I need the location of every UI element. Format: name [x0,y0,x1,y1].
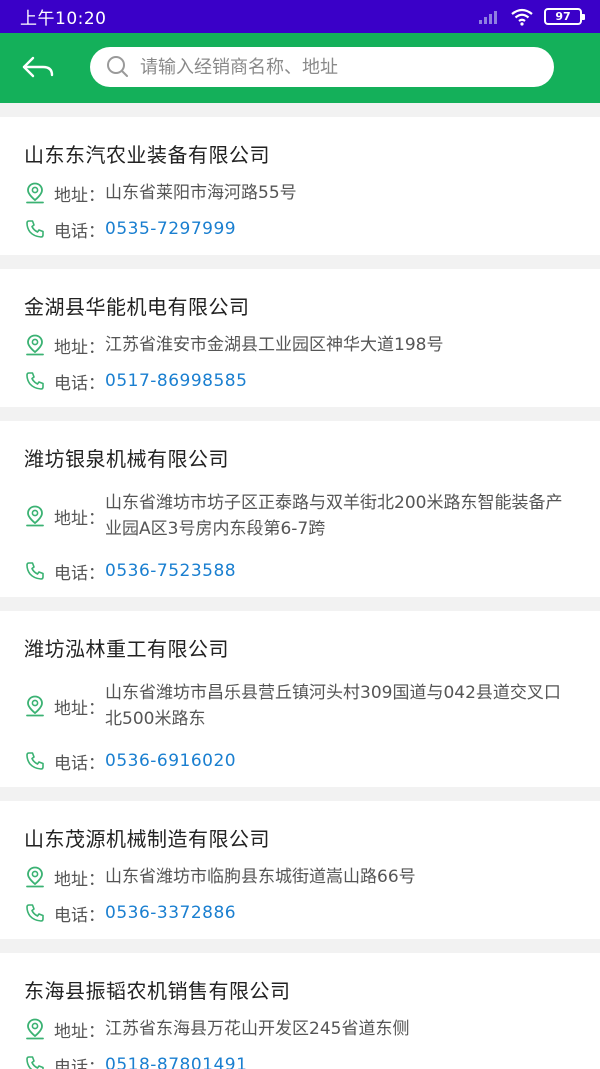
dealer-card[interactable]: 潍坊银泉机械有限公司 地址： 山东省潍坊市坊子区正泰路与双羊街北200米路东智能… [0,421,600,597]
phone-icon [24,902,46,924]
wifi-icon [511,8,533,26]
status-time: 上午10:20 [20,9,107,29]
location-pin-icon [24,182,46,204]
phone-label: 电话： [54,221,105,242]
back-arrow-icon [22,56,54,78]
address-row: 地址： 江苏省淮安市金湖县工业园区神华大道198号 [24,329,576,361]
phone-label: 电话： [54,753,105,774]
phone-row: 电话： 0536-7523588 [24,551,576,591]
phone-row: 电话： 0535-7297999 [24,209,576,249]
phone-row: 电话： 0518-87801491 [24,1045,576,1069]
address-row: 地址： 山东省潍坊市坊子区正泰路与双羊街北200米路东智能装备产业园A区3号房内… [24,481,576,551]
dealer-list: 山东东汽农业装备有限公司 地址： 山东省莱阳市海河路55号 电话： 0535-7… [0,117,600,1069]
location-pin-icon [24,334,46,356]
battery-icon: 97 [544,8,585,25]
signal-icon [479,10,497,24]
dealer-address: 山东省潍坊市坊子区正泰路与双羊街北200米路东智能装备产业园A区3号房内东段第6… [105,493,563,539]
address-label: 地址： [54,185,105,206]
phone-row: 电话： 0536-3372886 [24,893,576,933]
phone-icon [24,218,46,240]
dealer-phone[interactable]: 0536-3372886 [105,903,236,923]
back-button[interactable] [18,53,58,83]
dealer-phone[interactable]: 0536-6916020 [105,751,236,771]
search-box[interactable] [90,47,554,87]
dealer-card[interactable]: 潍坊泓林重工有限公司 地址： 山东省潍坊市昌乐县营丘镇河头村309国道与042县… [0,611,600,787]
address-row: 地址： 江苏省东海县万花山开发区245省道东侧 [24,1013,576,1045]
phone-label: 电话： [54,905,105,926]
address-row: 地址： 山东省潍坊市昌乐县营丘镇河头村309国道与042县道交叉口北500米路东 [24,671,576,741]
dealer-card[interactable]: 金湖县华能机电有限公司 地址： 江苏省淮安市金湖县工业园区神华大道198号 电话… [0,269,600,407]
dealer-name: 金湖县华能机电有限公司 [24,295,250,319]
phone-label: 电话： [54,1057,105,1069]
address-row: 地址： 山东省莱阳市海河路55号 [24,177,576,209]
dealer-phone[interactable]: 0518-87801491 [105,1055,247,1069]
address-label: 地址： [54,698,105,719]
dealer-name: 山东东汽农业装备有限公司 [24,143,270,167]
location-pin-icon [24,866,46,888]
phone-row: 电话： 0517-86998585 [24,361,576,401]
location-pin-icon [24,1018,46,1040]
dealer-card[interactable]: 东海县振韬农机销售有限公司 地址： 江苏省东海县万花山开发区245省道东侧 电话… [0,953,600,1069]
phone-row: 电话： 0536-6916020 [24,741,576,781]
dealer-name: 东海县振韬农机销售有限公司 [24,979,291,1003]
address-label: 地址： [54,869,105,890]
phone-label: 电话： [54,373,105,394]
dealer-name: 潍坊银泉机械有限公司 [24,447,229,471]
dealer-address: 江苏省淮安市金湖县工业园区神华大道198号 [105,335,444,355]
address-label: 地址： [54,337,105,358]
dealer-phone[interactable]: 0535-7297999 [105,219,236,239]
search-icon [107,56,128,77]
dealer-address: 山东省莱阳市海河路55号 [105,183,297,203]
location-pin-icon [24,695,46,717]
dealer-phone[interactable]: 0536-7523588 [105,561,236,581]
address-label: 地址： [54,1021,105,1042]
status-icons: 97 [478,8,585,26]
dealer-address: 山东省潍坊市临朐县东城街道嵩山路66号 [105,867,416,887]
address-row: 地址： 山东省潍坊市临朐县东城街道嵩山路66号 [24,861,576,893]
dealer-name: 山东茂源机械制造有限公司 [24,827,270,851]
phone-icon [24,560,46,582]
phone-icon [24,1054,46,1069]
dealer-address: 山东省潍坊市昌乐县营丘镇河头村309国道与042县道交叉口北500米路东 [105,683,561,729]
dealer-phone[interactable]: 0517-86998585 [105,371,247,391]
address-label: 地址： [54,508,105,529]
header-bar [0,33,600,103]
phone-label: 电话： [54,563,105,584]
dealer-address: 江苏省东海县万花山开发区245省道东侧 [105,1019,410,1039]
search-input[interactable] [140,56,520,78]
phone-icon [24,370,46,392]
phone-icon [24,750,46,772]
dealer-card[interactable]: 山东茂源机械制造有限公司 地址： 山东省潍坊市临朐县东城街道嵩山路66号 电话：… [0,801,600,939]
status-bar: 上午10:20 97 [0,0,600,33]
battery-level: 97 [555,10,571,23]
location-pin-icon [24,505,46,527]
dealer-card[interactable]: 山东东汽农业装备有限公司 地址： 山东省莱阳市海河路55号 电话： 0535-7… [0,117,600,255]
dealer-name: 潍坊泓林重工有限公司 [24,637,229,661]
